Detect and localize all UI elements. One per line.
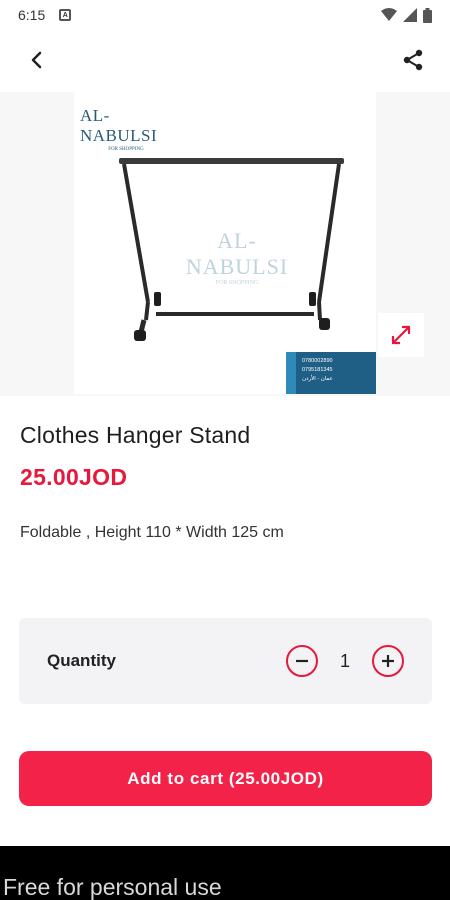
- product-price: 25.00JOD: [20, 464, 128, 490]
- product-description: Foldable , Height 110 * Width 125 cm: [20, 524, 284, 541]
- product-image[interactable]: AL-NABULSI FOR SHOPPING AL-NABULSI FOR S…: [74, 92, 376, 394]
- contact-card-stripe: [286, 352, 296, 394]
- notification-icon: A: [59, 9, 72, 21]
- back-button[interactable]: [22, 45, 52, 75]
- quantity-section: Quantity 1: [19, 618, 432, 704]
- share-button[interactable]: [398, 45, 428, 75]
- contact-line-1: 0780002890: [302, 358, 333, 364]
- watermark-text: AL-NABULSI: [185, 228, 289, 279]
- contact-line-3: عمان - الأردن: [302, 376, 333, 382]
- status-bar: 6:15 A: [0, 0, 450, 30]
- brand-watermark: AL-NABULSI FOR SHOPPING: [172, 228, 302, 286]
- product-gallery: AL-NABULSI FOR SHOPPING AL-NABULSI FOR S…: [0, 92, 450, 396]
- fullscreen-button[interactable]: [378, 313, 424, 357]
- quantity-label: Quantity: [47, 651, 116, 670]
- minus-icon: [296, 659, 308, 663]
- signal-icon: [403, 8, 417, 22]
- contact-card: 0780002890 0795181345 عمان - الأردن: [286, 352, 376, 394]
- battery-icon: [423, 7, 432, 23]
- quantity-stepper: 1: [286, 645, 404, 677]
- increase-quantity-button[interactable]: [372, 645, 404, 677]
- chevron-left-icon: [31, 51, 42, 69]
- add-to-cart-button[interactable]: Add to cart (25.00JOD): [19, 751, 432, 806]
- product-title: Clothes Hanger Stand: [20, 422, 251, 448]
- contact-line-2: 0795181345: [302, 367, 333, 373]
- plus-icon: [382, 655, 394, 667]
- quantity-value: 1: [340, 650, 351, 671]
- app-bar: [0, 30, 450, 90]
- wifi-icon: [381, 8, 397, 21]
- status-time: 6:15: [18, 7, 46, 23]
- share-icon: [403, 49, 423, 71]
- watermark-subtext: FOR SHOPPING: [215, 280, 259, 286]
- expand-icon: [391, 325, 411, 345]
- footer-text: Free for personal use: [3, 874, 222, 900]
- status-icons: [381, 7, 432, 23]
- footer-banner: Free for personal use: [0, 846, 450, 900]
- decrease-quantity-button[interactable]: [286, 645, 318, 677]
